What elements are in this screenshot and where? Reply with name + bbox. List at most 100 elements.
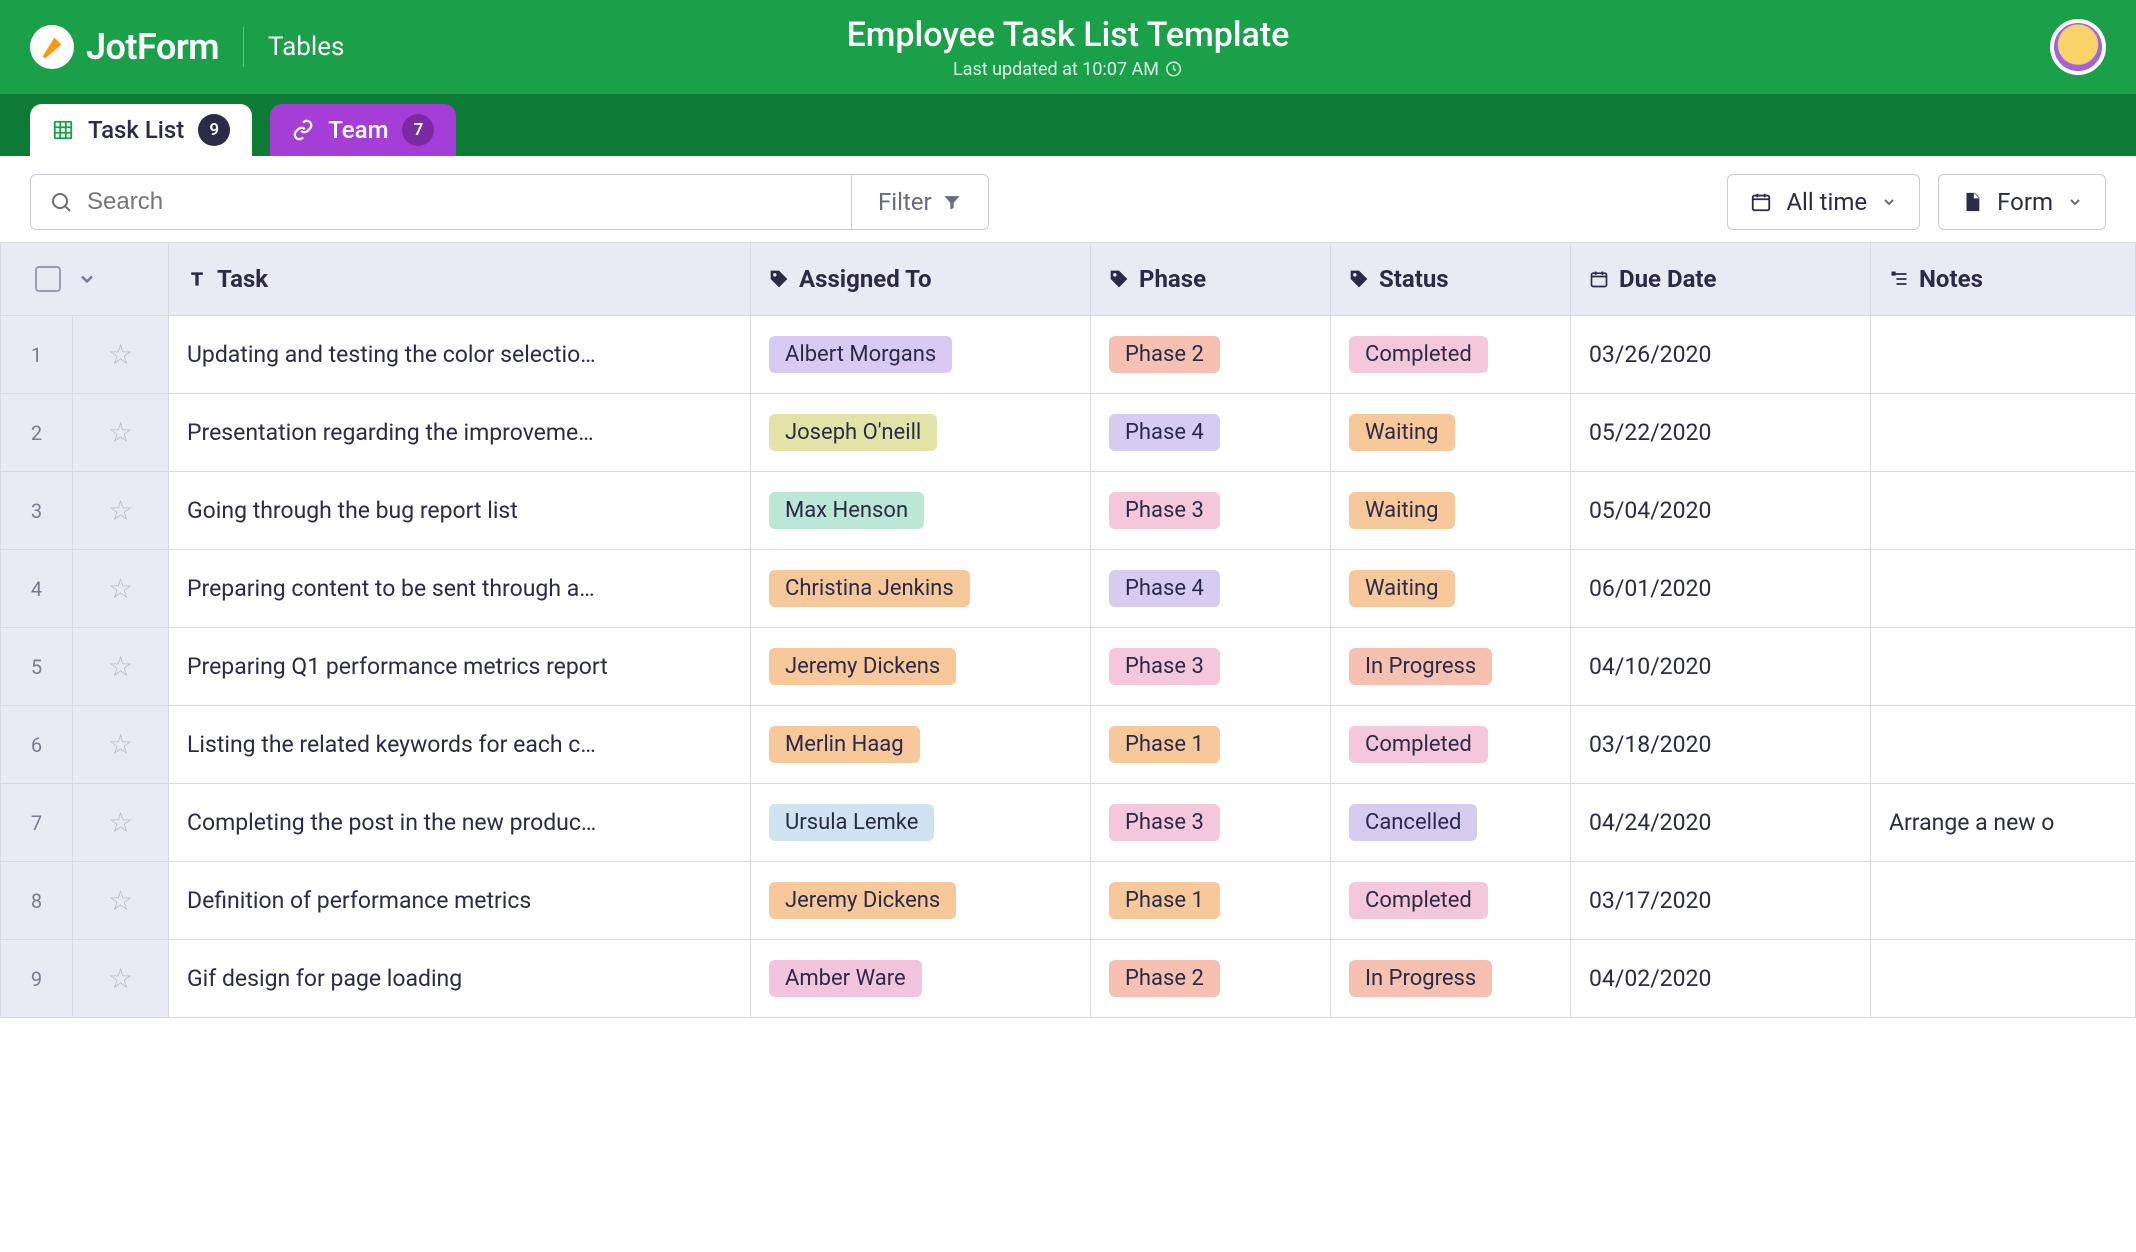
page-title[interactable]: Employee Task List Template [847, 15, 1290, 55]
search-input[interactable] [31, 188, 851, 216]
status-cell[interactable]: Cancelled [1331, 784, 1571, 862]
status-cell[interactable]: Completed [1331, 316, 1571, 394]
assignee-cell[interactable]: Amber Ware [751, 940, 1091, 1018]
assignee-cell[interactable]: Jeremy Dickens [751, 862, 1091, 940]
notes-cell[interactable] [1871, 628, 2136, 706]
phase-cell[interactable]: Phase 1 [1091, 862, 1331, 940]
status-cell[interactable]: In Progress [1331, 940, 1571, 1018]
phase-cell[interactable]: Phase 3 [1091, 784, 1331, 862]
star-icon[interactable]: ☆ [108, 728, 133, 761]
notes-cell[interactable] [1871, 940, 2136, 1018]
assignee-cell[interactable]: Ursula Lemke [751, 784, 1091, 862]
header-status[interactable]: Status [1331, 243, 1571, 316]
due-date-cell[interactable]: 04/02/2020 [1571, 940, 1871, 1018]
due-date-cell[interactable]: 03/18/2020 [1571, 706, 1871, 784]
due-date-cell[interactable]: 05/22/2020 [1571, 394, 1871, 472]
status-cell[interactable]: In Progress [1331, 628, 1571, 706]
task-cell[interactable]: Preparing Q1 performance metrics report [169, 628, 751, 706]
assignee-chip: Max Henson [769, 492, 924, 529]
brand[interactable]: JotForm [30, 25, 219, 69]
row-number: 8 [1, 862, 73, 939]
phase-cell[interactable]: Phase 3 [1091, 628, 1331, 706]
select-all-checkbox[interactable] [35, 266, 61, 292]
due-date-cell[interactable]: 05/04/2020 [1571, 472, 1871, 550]
user-avatar[interactable] [2050, 19, 2106, 75]
task-cell[interactable]: Updating and testing the color selectio… [169, 316, 751, 394]
due-date-cell[interactable]: 03/17/2020 [1571, 862, 1871, 940]
table-row[interactable]: 7☆Completing the post in the new produc…… [1, 784, 2136, 862]
tab-team[interactable]: Team 7 [270, 104, 456, 156]
table-row[interactable]: 3☆Going through the bug report listMax H… [1, 472, 2136, 550]
task-cell[interactable]: Definition of performance metrics [169, 862, 751, 940]
due-date-cell[interactable]: 06/01/2020 [1571, 550, 1871, 628]
notes-cell[interactable] [1871, 550, 2136, 628]
phase-cell[interactable]: Phase 4 [1091, 394, 1331, 472]
date-range-button[interactable]: All time [1727, 174, 1920, 230]
phase-cell[interactable]: Phase 4 [1091, 550, 1331, 628]
status-cell[interactable]: Waiting [1331, 550, 1571, 628]
assignee-cell[interactable]: Merlin Haag [751, 706, 1091, 784]
task-cell[interactable]: Presentation regarding the improveme… [169, 394, 751, 472]
phase-cell[interactable]: Phase 3 [1091, 472, 1331, 550]
task-cell[interactable]: Gif design for page loading [169, 940, 751, 1018]
notes-cell[interactable]: Arrange a new o [1871, 784, 2136, 862]
status-cell[interactable]: Completed [1331, 706, 1571, 784]
assignee-cell[interactable]: Jeremy Dickens [751, 628, 1091, 706]
task-cell[interactable]: Completing the post in the new produc… [169, 784, 751, 862]
phase-chip: Phase 4 [1109, 570, 1220, 607]
assignee-cell[interactable]: Christina Jenkins [751, 550, 1091, 628]
star-icon[interactable]: ☆ [108, 650, 133, 683]
filter-button[interactable]: Filter [851, 175, 988, 229]
phase-cell[interactable]: Phase 2 [1091, 316, 1331, 394]
table-row[interactable]: 2 ☆ Presentation regarding the improveme…J… [1, 394, 2136, 472]
table-row[interactable]: 6☆Listing the related keywords for each … [1, 706, 2136, 784]
assignee-cell[interactable]: Max Henson [751, 472, 1091, 550]
header-task[interactable]: Task [169, 243, 751, 316]
table-row[interactable]: 1☆Updating and testing the color selecti… [1, 316, 2136, 394]
link-icon [292, 119, 314, 141]
task-cell[interactable]: Preparing content to be sent through a… [169, 550, 751, 628]
status-chip: Waiting [1349, 570, 1455, 607]
notes-cell[interactable] [1871, 394, 2136, 472]
star-icon[interactable]: ☆ [108, 494, 133, 527]
notes-cell[interactable] [1871, 472, 2136, 550]
table-row[interactable]: 9☆Gif design for page loadingAmber WareP… [1, 940, 2136, 1018]
task-cell[interactable]: Listing the related keywords for each c… [169, 706, 751, 784]
status-cell[interactable]: Waiting [1331, 394, 1571, 472]
row-number: 2 [1, 394, 73, 471]
status-cell[interactable]: Completed [1331, 862, 1571, 940]
due-date-cell[interactable]: 03/26/2020 [1571, 316, 1871, 394]
table-row[interactable]: 5☆Preparing Q1 performance metrics repor… [1, 628, 2136, 706]
due-date-cell[interactable]: 04/24/2020 [1571, 784, 1871, 862]
tab-task-list[interactable]: Task List 9 [30, 104, 252, 156]
table-row[interactable]: 8 ☆ Definition of performance metricsJerem… [1, 862, 2136, 940]
header-notes[interactable]: Notes [1871, 243, 2136, 316]
section-label[interactable]: Tables [268, 32, 344, 62]
star-icon[interactable]: ☆ [108, 338, 133, 371]
table-row[interactable]: 4☆Preparing content to be sent through a… [1, 550, 2136, 628]
phase-cell[interactable]: Phase 1 [1091, 706, 1331, 784]
phase-cell[interactable]: Phase 2 [1091, 940, 1331, 1018]
assignee-cell[interactable]: Albert Morgans [751, 316, 1091, 394]
notes-cell[interactable] [1871, 316, 2136, 394]
task-table: Task Assigned To Phase Status Due Date N… [0, 242, 2136, 1018]
status-cell[interactable]: Waiting [1331, 472, 1571, 550]
form-button[interactable]: Form [1938, 174, 2106, 230]
header-due[interactable]: Due Date [1571, 243, 1871, 316]
header-phase[interactable]: Phase [1091, 243, 1331, 316]
star-icon[interactable]: ☆ [108, 416, 133, 449]
task-cell[interactable]: Going through the bug report list [169, 472, 751, 550]
star-icon[interactable]: ☆ [108, 962, 133, 995]
phase-chip: Phase 1 [1109, 726, 1220, 763]
due-date-cell[interactable]: 04/10/2020 [1571, 628, 1871, 706]
assignee-cell[interactable]: Joseph O'neill [751, 394, 1091, 472]
history-icon[interactable] [1165, 60, 1183, 78]
star-icon[interactable]: ☆ [108, 806, 133, 839]
notes-cell[interactable] [1871, 862, 2136, 940]
header-assigned[interactable]: Assigned To [751, 243, 1091, 316]
chevron-down-icon[interactable] [77, 269, 97, 289]
star-icon[interactable]: ☆ [108, 884, 133, 917]
star-icon[interactable]: ☆ [108, 572, 133, 605]
notes-cell[interactable] [1871, 706, 2136, 784]
chevron-down-icon [1881, 194, 1897, 210]
